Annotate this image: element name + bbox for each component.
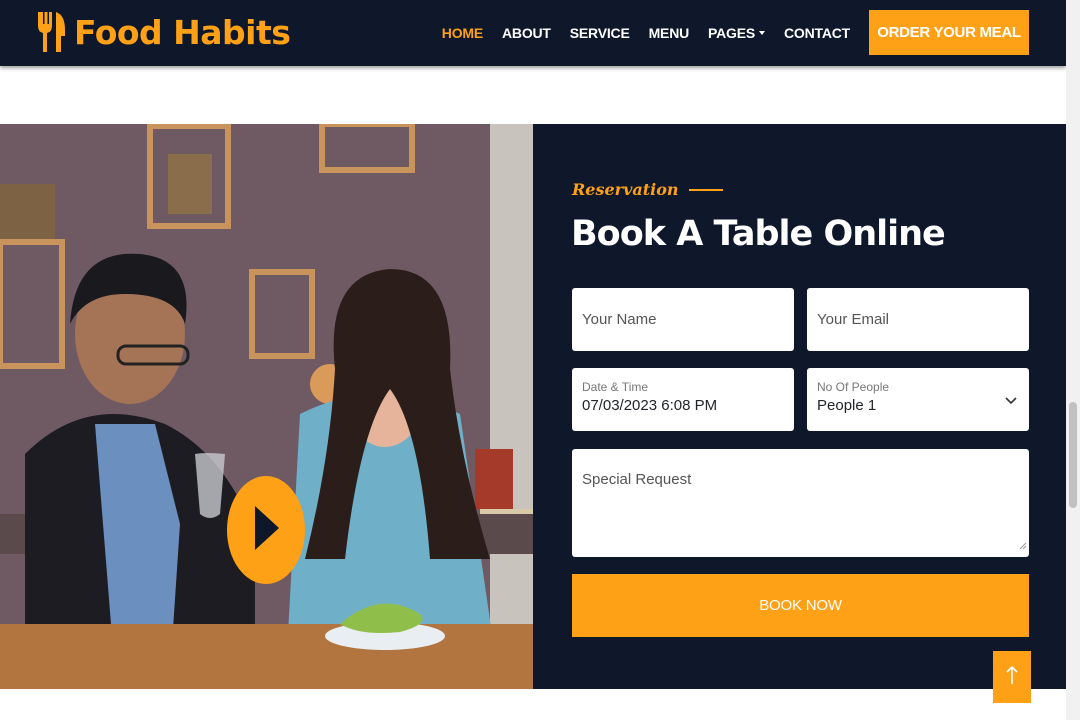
nav-menu[interactable]: Menu	[649, 25, 690, 41]
resize-handle-icon[interactable]	[1019, 537, 1027, 555]
people-label: No Of People	[817, 380, 890, 394]
brand-logo[interactable]: Food Habits	[36, 8, 291, 56]
caret-down-icon	[759, 31, 765, 35]
email-placeholder: Your Email	[817, 311, 889, 328]
reservation-section: Reservation Book A Table Online Your Nam…	[533, 124, 1066, 689]
arrow-up-icon	[1006, 665, 1018, 690]
book-now-button[interactable]: Book Now	[572, 574, 1029, 637]
kicker-divider	[688, 188, 723, 191]
reservation-kicker: Reservation	[572, 180, 723, 199]
restaurant-couple-image	[0, 124, 533, 689]
scrollbar-thumb[interactable]	[1069, 402, 1077, 508]
reservation-kicker-text: Reservation	[572, 180, 679, 199]
nav-contact[interactable]: Contact	[784, 25, 850, 41]
nav-pages-label: Pages	[708, 25, 755, 41]
datetime-value: 07/03/2023 6:08 PM	[582, 397, 718, 414]
name-placeholder: Your Name	[582, 311, 657, 328]
nav-about[interactable]: About	[502, 25, 551, 41]
people-value: People 1	[817, 397, 877, 414]
nav-service[interactable]: Service	[570, 25, 630, 41]
brand-name: Food Habits	[74, 12, 291, 52]
back-to-top-button[interactable]	[993, 651, 1031, 703]
chevron-down-icon	[1005, 392, 1017, 410]
order-meal-button[interactable]: Order Your Meal	[869, 10, 1029, 55]
name-input[interactable]: Your Name	[572, 288, 794, 351]
datetime-input[interactable]: Date & Time 07/03/2023 6:08 PM	[572, 368, 794, 431]
navbar: Food Habits Home About Service Menu Page…	[0, 0, 1066, 66]
special-request-textarea[interactable]: Special Request	[572, 449, 1029, 557]
page-scrollbar[interactable]	[1066, 0, 1080, 720]
reservation-title: Book A Table Online	[571, 214, 946, 254]
hero-photo	[0, 124, 533, 689]
main-nav: Home About Service Menu Pages Contact	[423, 0, 850, 66]
utensils-icon	[36, 10, 66, 54]
nav-home[interactable]: Home	[442, 25, 483, 41]
datetime-label: Date & Time	[582, 380, 649, 394]
people-select[interactable]: No Of People People 1	[807, 368, 1029, 431]
email-input[interactable]: Your Email	[807, 288, 1029, 351]
special-request-placeholder: Special Request	[582, 471, 692, 488]
play-icon	[253, 505, 279, 555]
play-video-button[interactable]	[227, 476, 305, 584]
nav-pages[interactable]: Pages	[708, 25, 765, 41]
